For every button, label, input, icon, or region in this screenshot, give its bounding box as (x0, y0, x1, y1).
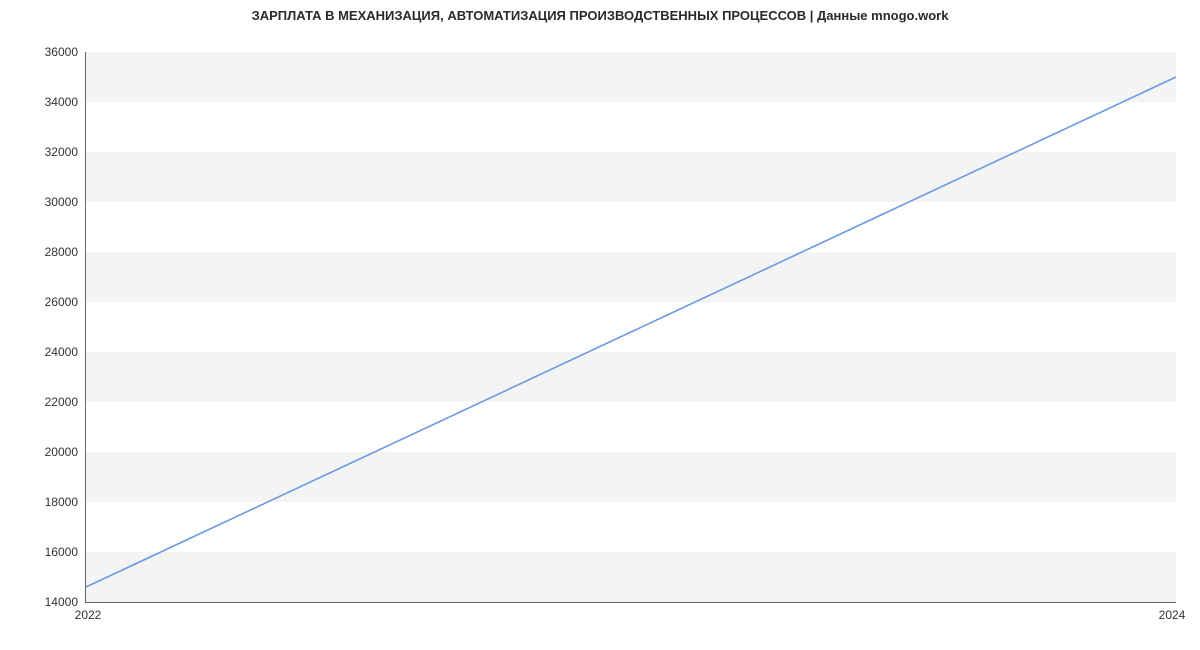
y-tick-label: 22000 (8, 395, 78, 409)
chart-container: ЗАРПЛАТА В МЕХАНИЗАЦИЯ, АВТОМАТИЗАЦИЯ ПР… (0, 0, 1200, 650)
x-tick-label: 2022 (75, 608, 102, 622)
y-tick-label: 20000 (8, 445, 78, 459)
y-tick-label: 28000 (8, 245, 78, 259)
y-tick-label: 26000 (8, 295, 78, 309)
y-tick-label: 14000 (8, 595, 78, 609)
y-tick-label: 24000 (8, 345, 78, 359)
y-tick-label: 34000 (8, 95, 78, 109)
series-line-salary (86, 77, 1176, 587)
y-tick-label: 16000 (8, 545, 78, 559)
chart-title: ЗАРПЛАТА В МЕХАНИЗАЦИЯ, АВТОМАТИЗАЦИЯ ПР… (0, 8, 1200, 23)
y-tick-label: 30000 (8, 195, 78, 209)
line-layer (86, 52, 1176, 602)
y-tick-label: 36000 (8, 45, 78, 59)
x-tick-label: 2024 (1159, 608, 1186, 622)
plot-area (85, 52, 1176, 603)
y-tick-label: 18000 (8, 495, 78, 509)
y-tick-label: 32000 (8, 145, 78, 159)
